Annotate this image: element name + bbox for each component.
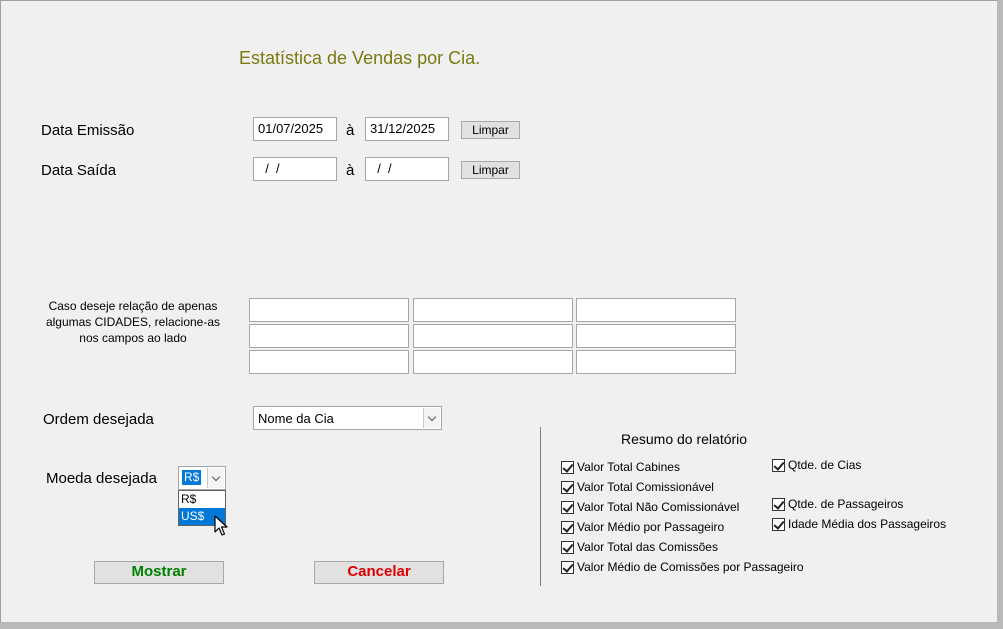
data-saida-clear-button[interactable]: Limpar: [461, 161, 520, 179]
chevron-down-icon[interactable]: [207, 468, 224, 488]
checkbox-label: Valor Total Cabines: [577, 460, 680, 474]
checkbox-label: Valor Total Não Comissionável: [577, 500, 740, 514]
section-divider: [540, 427, 541, 586]
cidades-instructions: Caso deseje relação de apenas algumas CI…: [45, 299, 221, 345]
data-emissao-separator: à: [346, 122, 355, 139]
checkbox-valor-total-comissionavel[interactable]: [561, 481, 574, 494]
data-emissao-clear-button[interactable]: Limpar: [461, 121, 520, 139]
mouse-cursor-icon: [214, 515, 228, 536]
checkbox-label: Qtde. de Cias: [788, 458, 862, 472]
checkbox-label: Valor Médio por Passageiro: [577, 520, 725, 534]
data-emissao-to-input[interactable]: 31/12/2025: [365, 117, 449, 141]
checkbox-valor-total-comissoes[interactable]: [561, 541, 574, 554]
data-saida-label: Data Saída: [41, 162, 117, 179]
moeda-selected-value: R$: [182, 470, 202, 485]
moeda-select[interactable]: R$: [178, 466, 226, 490]
cidade-field-6[interactable]: [576, 324, 736, 348]
checkbox-valor-medio-passageiro[interactable]: [561, 521, 574, 534]
data-saida-separator: à: [346, 162, 355, 179]
cancelar-button[interactable]: Cancelar: [314, 561, 444, 584]
window-border-bottom: [0, 622, 1003, 629]
checkbox-label: Qtde. de Passageiros: [788, 497, 904, 511]
moeda-option-brl[interactable]: R$: [179, 491, 225, 508]
ordem-label: Ordem desejada: [43, 411, 154, 428]
data-saida-from-input[interactable]: / /: [253, 157, 337, 181]
page-title: Estatística de Vendas por Cia.: [239, 48, 481, 68]
checkbox-idade-media[interactable]: [772, 518, 785, 531]
ordem-select[interactable]: Nome da Cia: [253, 406, 442, 430]
checkbox-label: Valor Total Comissionável: [577, 480, 714, 494]
ordem-selected-value: Nome da Cia: [258, 411, 334, 426]
cidade-field-7[interactable]: [249, 350, 409, 374]
cidade-field-8[interactable]: [413, 350, 573, 374]
checkbox-qtde-cias[interactable]: [772, 459, 785, 472]
cidade-field-2[interactable]: [413, 298, 573, 322]
mostrar-button[interactable]: Mostrar: [94, 561, 224, 584]
cidade-field-3[interactable]: [576, 298, 736, 322]
resumo-title: Resumo do relatório: [621, 431, 748, 447]
cidade-field-1[interactable]: [249, 298, 409, 322]
window-border-right: [997, 0, 1003, 629]
checkbox-valor-total-cabines[interactable]: [561, 461, 574, 474]
checkbox-label: Valor Médio de Comissões por Passageiro: [577, 560, 804, 574]
cidade-field-4[interactable]: [249, 324, 409, 348]
checkbox-qtde-passageiros[interactable]: [772, 498, 785, 511]
cidade-field-9[interactable]: [576, 350, 736, 374]
checkbox-label: Valor Total das Comissões: [577, 540, 718, 554]
chevron-down-icon[interactable]: [423, 408, 440, 428]
cidade-field-5[interactable]: [413, 324, 573, 348]
moeda-label: Moeda desejada: [46, 470, 157, 487]
data-emissao-from-input[interactable]: 01/07/2025: [253, 117, 337, 141]
checkbox-valor-medio-comissoes[interactable]: [561, 561, 574, 574]
checkbox-label: Idade Média dos Passageiros: [788, 517, 947, 531]
data-saida-to-input[interactable]: / /: [365, 157, 449, 181]
data-emissao-label: Data Emissão: [41, 122, 135, 139]
checkbox-valor-total-nao-comissionavel[interactable]: [561, 501, 574, 514]
